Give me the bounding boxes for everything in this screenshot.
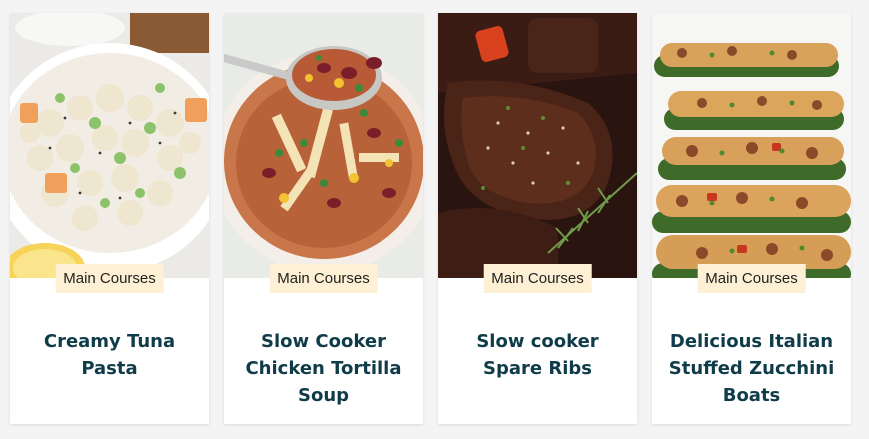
recipe-title[interactable]: Creamy Tuna Pasta (22, 328, 197, 382)
recipe-image-spare-ribs[interactable] (438, 13, 637, 278)
recipe-title[interactable]: Delicious Italian Stuffed Zucchini Boats (664, 328, 839, 409)
recipe-card-spare-ribs[interactable]: Main Courses Slow cooker Spare Ribs (438, 13, 637, 424)
category-badge[interactable]: Main Courses (269, 264, 378, 293)
recipe-card-chicken-tortilla-soup[interactable]: Main Courses Slow Cooker Chicken Tortill… (224, 13, 423, 424)
recipe-title[interactable]: Slow cooker Spare Ribs (450, 328, 625, 382)
recipe-image-tortilla-soup[interactable] (224, 13, 423, 278)
recipe-card-creamy-tuna-pasta[interactable]: Main Courses Creamy Tuna Pasta (10, 13, 209, 424)
recipe-title[interactable]: Slow Cooker Chicken Tortilla Soup (236, 328, 411, 409)
recipe-image-zucchini-boats[interactable] (652, 13, 851, 278)
category-badge[interactable]: Main Courses (483, 264, 592, 293)
recipe-card-zucchini-boats[interactable]: Main Courses Delicious Italian Stuffed Z… (652, 13, 851, 424)
recipe-grid: Main Courses Creamy Tuna Pasta Main Cour… (10, 13, 851, 424)
category-badge[interactable]: Main Courses (55, 264, 164, 293)
category-badge[interactable]: Main Courses (697, 264, 806, 293)
recipe-image-tuna-pasta[interactable] (10, 13, 209, 278)
